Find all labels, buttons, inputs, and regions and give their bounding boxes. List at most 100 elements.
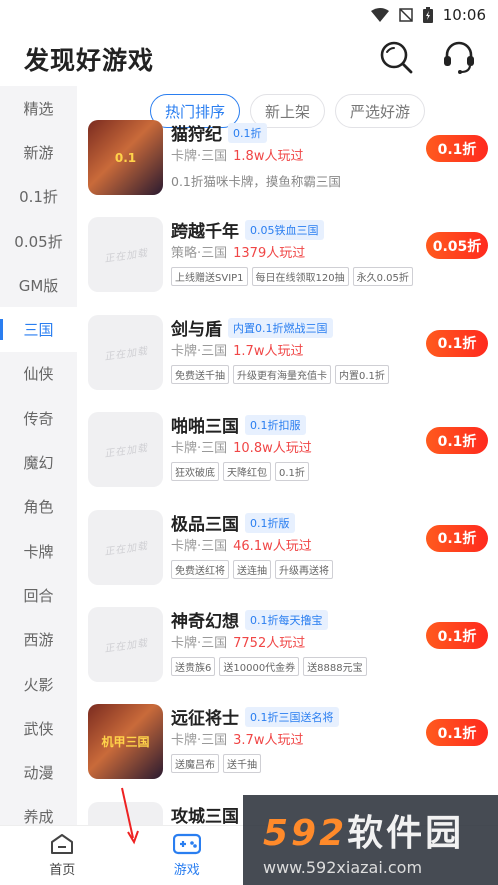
game-title: 神奇幻想 [171,612,239,632]
game-title: 攻城三国 [171,806,239,825]
game-tag: 送千抽 [223,754,261,774]
game-row[interactable]: 正在加载 神奇幻想 0.1折每天撸宝 卡牌·三国 7752人玩过 送贵族6 送10000代金… [77,607,498,704]
game-tags: 送魔吕布 送千抽 [171,754,261,774]
game-row[interactable]: 机甲三国 远征将士 0.1折三国送名将 卡牌·三国 3.7w人玩过 送魔吕布 送千抽 0.1折 [77,704,498,801]
sidebar-item[interactable]: 西游 [0,618,77,662]
game-row[interactable]: 正在加载 啪啪三国 0.1折扣服 卡牌·三国 10.8w人玩过 狂欢破底 天降红包 0.1折 0… [77,412,498,509]
search-icon[interactable] [378,39,414,79]
watermark-brand: 软件园 [347,812,465,854]
sidebar-item[interactable]: GM版 [0,263,77,307]
customer-service-icon[interactable] [442,39,476,79]
thumb-placeholder: 正在加载 [103,248,149,266]
status-time: 10:06 [442,6,486,24]
game-thumbnail[interactable]: 正在加载 [88,314,163,390]
game-tags: 上线赠送SVIP1 每日在线领取120抽 永久0.05折 [171,267,413,287]
game-title: 猫狩纪 [171,125,222,145]
game-thumbnail[interactable]: 正在加载 [88,412,163,488]
sidebar-item[interactable]: 精选 [0,86,77,130]
discount-button[interactable]: 0.1折 [426,524,488,552]
game-badge: 0.05铁血三国 [245,220,324,241]
site-watermark: 592软件园 www.592xiazai.com [243,795,498,885]
game-category: 策略·三国 [171,246,228,262]
no-signal-icon [399,8,413,22]
game-players: 3.7w人玩过 [233,733,304,749]
game-row[interactable]: 0.1 猫狩纪 0.1折卡牌·三国 1.8w人玩过 0.1折猫咪卡牌，摸鱼称霸三国 0.1… [77,120,498,217]
game-badge: 0.1折每天撸宝 [245,610,328,630]
discount-button[interactable]: 0.1折 [426,622,488,649]
discount-button[interactable]: 0.1折 [426,427,488,455]
game-thumbnail[interactable]: 正在加载 [88,217,163,293]
game-row[interactable]: 正在加载 剑与盾 内置0.1折燃战三国 卡牌·三国 1.7w人玩过 免费送千抽 升级更有海量… [77,314,498,412]
sidebar-item[interactable]: 魔幻 [0,440,77,484]
game-meta: 卡牌·三国 46.1w人玩过 [171,535,312,554]
sidebar-item[interactable]: 仙侠 [0,352,77,396]
game-category: 卡牌·三国 [171,636,228,651]
game-badge: 0.1折三国送名将 [245,707,339,728]
game-meta: 策略·三国 1379人玩过 [171,242,305,261]
sidebar-item[interactable]: 传奇 [0,396,77,440]
game-thumbnail[interactable] [88,801,163,825]
watermark-number: 592 [263,812,348,854]
game-players: 10.8w人玩过 [233,441,312,457]
game-tag: 送贵族6 [171,657,216,676]
discount-button[interactable]: 0.1折 [426,719,488,747]
game-title: 剑与盾 [171,319,222,340]
game-tag: 免费送红将 [171,559,229,579]
game-title: 极品三国 [171,514,239,535]
wifi-icon [370,8,389,22]
discount-button[interactable]: 0.1折 [426,135,488,162]
game-tag: 0.1折 [275,462,309,482]
game-row[interactable]: 正在加载 极品三国 0.1折版 卡牌·三国 46.1w人玩过免费送红将 送连抽 升级再送将 0… [77,509,498,607]
nav-home-label: 首页 [49,863,76,878]
nav-games[interactable]: 游戏 [125,826,250,885]
game-tag: 内置0.1折 [335,364,389,384]
thumb-placeholder: 正在加载 [103,540,149,558]
sidebar-item[interactable]: 火影 [0,662,77,706]
game-thumbnail[interactable]: 机甲三国 [88,704,163,780]
watermark-url: www.592xiazai.com [263,857,423,877]
sidebar-item[interactable]: 新游 [0,130,77,174]
thumb-label: 0.1 [114,150,137,165]
game-thumbnail[interactable]: 正在加载 [88,509,163,585]
discount-button[interactable]: 0.1折 [426,329,488,357]
game-badge: 内置0.1折燃战三国 [228,317,333,338]
game-name: 极品三国 0.1折版 [171,510,295,535]
nav-home[interactable]: 首页 [0,826,125,885]
nav-games-label: 游戏 [173,863,200,878]
sidebar-item[interactable]: 回合 [0,573,77,617]
game-category: 卡牌·三国 [171,149,228,164]
game-tag: 送8888元宝 [303,657,367,676]
game-meta: 卡牌·三国 3.7w人玩过 [171,729,303,748]
game-tag: 免费送千抽 [171,364,229,384]
game-tag: 送10000代金券 [219,657,300,676]
sidebar-item[interactable]: 角色 [0,485,77,529]
sidebar-item[interactable]: 卡牌 [0,529,77,573]
game-thumbnail[interactable]: 0.1 [88,120,163,195]
game-name: 远征将士 0.1折三国送名将 [171,704,339,729]
game-meta: 卡牌·三国 10.8w人玩过 [171,437,312,456]
sidebar-item[interactable]: 动漫 [0,750,77,794]
game-tag: 升级更有海量充值卡 [233,364,331,384]
game-category: 卡牌·三国 [171,733,228,749]
game-name: 剑与盾 内置0.1折燃战三国 [171,315,333,340]
game-tags: 狂欢破底 天降红包 0.1折 [171,462,309,482]
status-bar: 10:06 [0,0,498,30]
sidebar-item[interactable]: 三国 [0,307,77,352]
game-name: 神奇幻想 0.1折每天撸宝 [171,607,328,632]
game-tag: 送魔吕布 [171,754,219,774]
category-sidebar: 精选 新游 0.1折 0.05折 GM版 三国 仙侠 传奇 魔幻 角色 卡牌 回合 西游 火影 武侠 动漫 养成 [0,86,77,825]
sidebar-item[interactable]: 0.05折 [0,219,77,263]
sidebar-item[interactable]: 武侠 [0,706,77,750]
game-thumbnail[interactable]: 正在加载 [88,607,163,682]
game-players: 1379人玩过 [233,246,306,262]
discount-button[interactable]: 0.05折 [426,232,488,260]
game-name: 猫狩纪 0.1折 [171,120,267,145]
thumb-placeholder: 正在加载 [103,637,149,655]
game-desc: 0.1折猫咪卡牌，摸鱼称霸三国 [171,174,341,189]
game-row[interactable]: 正在加载 跨越千年 0.05铁血三国 策略·三国 1379人玩过 上线赠送SVIP1 每日在… [77,217,498,314]
sidebar-item[interactable]: 养成 [0,795,77,825]
sidebar-item[interactable]: 0.1折 [0,175,77,219]
game-players: 1.8w人玩过 [233,149,304,164]
game-tags: 免费送红将 送连抽 升级再送将 [171,559,333,579]
game-badge: 0.1折扣服 [245,415,306,436]
